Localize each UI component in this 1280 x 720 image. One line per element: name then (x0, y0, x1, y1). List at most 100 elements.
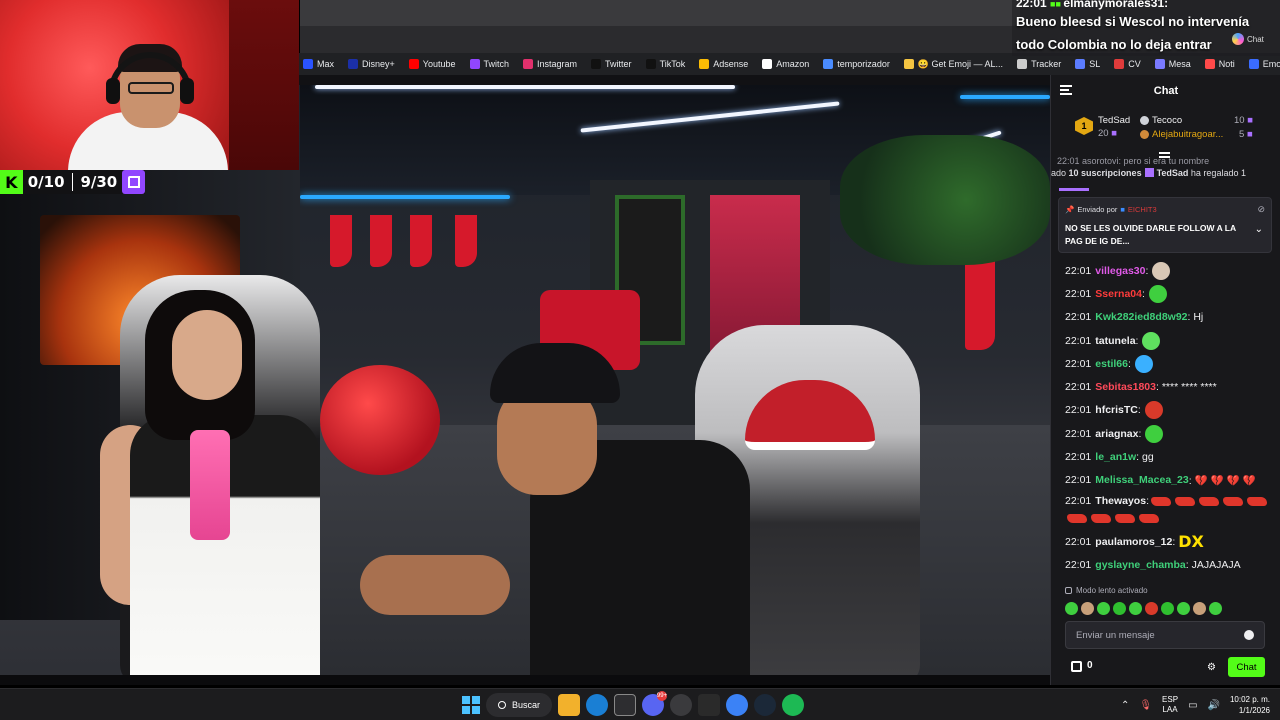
channel-points-icon[interactable] (1071, 661, 1082, 672)
bookmark-item[interactable]: Disney+ (341, 53, 402, 75)
taskbar-search[interactable]: Buscar (486, 693, 552, 717)
hide-pinned-icon[interactable]: ⊘ (1257, 204, 1265, 215)
bookmark-label: Twitter (605, 59, 632, 69)
message-text: : (1138, 427, 1142, 440)
chevron-down-icon[interactable]: ⌄ (1255, 224, 1263, 235)
volume-icon[interactable]: 🔊 (1208, 700, 1220, 711)
stocking (330, 215, 352, 267)
chat-title: Chat (1153, 85, 1179, 97)
neon-light (300, 195, 510, 199)
emote-button[interactable] (1161, 601, 1174, 615)
message-username[interactable]: Sebitas1803 (1095, 381, 1156, 393)
emote-button[interactable] (1113, 601, 1126, 615)
bookmark-item[interactable]: Twitch (463, 53, 517, 75)
bookmark-item[interactable]: Instagram (516, 53, 584, 75)
gear-icon[interactable]: ⚙ (1207, 662, 1216, 673)
pinned-message[interactable]: 📌 Enviado por ■ EICHIT3 NO SE LES OLVIDE… (1058, 197, 1272, 253)
bookmark-item[interactable]: Amazon (755, 53, 816, 75)
bookmark-item[interactable]: Tracker (1010, 53, 1068, 75)
emote-button[interactable] (1081, 601, 1094, 615)
discord-icon[interactable]: 99+ (642, 691, 667, 716)
bookmark-item[interactable]: Noti (1198, 53, 1242, 75)
bookmark-item[interactable]: SL (1068, 53, 1107, 75)
taskbar-apps: Buscar 99+ (462, 691, 804, 717)
chat-message: 22:01 estil66: (1065, 352, 1275, 375)
bookmark-label: 😀 Get Emoji — AL... (917, 58, 1004, 69)
leaderboard-value: 20 ■ (1098, 128, 1117, 139)
chat-message: 22:01 Sserna04: (1065, 282, 1275, 305)
bookmark-item[interactable]: 😀 Get Emoji — AL... (897, 53, 1010, 75)
message-username[interactable]: tatunela (1095, 335, 1135, 347)
chili-emote-icon (1139, 514, 1159, 524)
message-text: : (1145, 264, 1149, 277)
capcut-icon[interactable] (614, 694, 636, 716)
bookmark-item[interactable]: Max (296, 53, 341, 75)
language-indicator[interactable]: ESP LAA (1162, 695, 1178, 715)
neon-light (960, 95, 1050, 99)
file-explorer-icon[interactable] (558, 694, 580, 716)
bookmark-icon (1114, 59, 1125, 69)
bookmark-item[interactable]: Emogis (1242, 53, 1280, 75)
message-username[interactable]: Melissa_Macea_23 (1095, 474, 1188, 486)
message-username[interactable]: paulamoros_12 (1095, 536, 1172, 548)
epic-games-icon[interactable] (698, 694, 720, 716)
message-username[interactable]: gyslayne_chamba (1095, 559, 1185, 571)
message-username[interactable]: ariagnax (1095, 428, 1138, 440)
address-bar[interactable] (300, 0, 1020, 26)
message-username[interactable]: Thewayos (1095, 495, 1146, 507)
microphone-icon[interactable]: 🎙 (1139, 700, 1152, 711)
emote-button[interactable] (1145, 601, 1158, 615)
bookmark-icon (1075, 59, 1086, 69)
windows-start-icon[interactable] (462, 696, 480, 714)
emoji-picker-icon[interactable] (1244, 630, 1254, 640)
emote-button[interactable] (1065, 601, 1078, 615)
bookmark-item[interactable]: Adsense (692, 53, 755, 75)
bookmark-item[interactable]: Twitter (584, 53, 639, 75)
taskbar-clock[interactable]: 10:02 p. m. 1/1/2026 (1230, 694, 1270, 716)
spotify-icon[interactable] (782, 694, 804, 716)
emote-button[interactable] (1177, 601, 1190, 615)
ticker-chat-button[interactable]: Chat (1232, 33, 1264, 45)
chat-message: 22:01 gyslayne_chamba: JAJAJAJA (1065, 553, 1275, 576)
emote-button[interactable] (1129, 601, 1142, 615)
message-username[interactable]: hfcrisTC (1095, 404, 1138, 416)
bookmark-item[interactable]: TikTok (639, 53, 693, 75)
message-username[interactable]: Kwk282ied8d8w92 (1095, 311, 1187, 323)
bookmark-item[interactable]: temporizador (816, 53, 897, 75)
message-time: 22:01 (1065, 494, 1092, 507)
message-username[interactable]: le_an1w (1095, 451, 1136, 463)
chat-message: 22:01 villegas30: (1065, 259, 1275, 282)
chevron-up-icon[interactable]: ⌃ (1121, 700, 1129, 711)
facecam-wall (229, 0, 299, 170)
edge-browser-icon[interactable] (586, 694, 608, 716)
chat-message: 22:01 Sebitas1803: **** **** **** (1065, 375, 1275, 398)
stocking (370, 215, 392, 267)
chat-message-input[interactable]: Enviar un mensaje (1065, 621, 1265, 649)
sub-event-row: 22:01 asorotovi: pero si era tu nombre (1057, 156, 1210, 166)
quick-emote-bar (1065, 599, 1275, 617)
stream-video[interactable] (0, 85, 1050, 685)
windows-taskbar: Buscar 99+ ⌃ 🎙 ESP LAA ▭ 🔊 10:02 p. m. 1/1… (0, 688, 1280, 720)
chili-emote-icon (1222, 496, 1243, 506)
stocking (965, 260, 995, 350)
message-username[interactable]: Sserna04 (1095, 288, 1142, 300)
gift-icon (1144, 168, 1154, 177)
github-icon[interactable] (670, 694, 692, 716)
message-username[interactable]: villegas30 (1095, 265, 1145, 277)
bookmark-item[interactable]: Mesa (1148, 53, 1198, 75)
bookmark-item[interactable]: CV (1107, 53, 1148, 75)
message-username[interactable]: estil66 (1095, 358, 1128, 370)
emote-button[interactable] (1097, 601, 1110, 615)
leaderboard-value: 5 ■ (1239, 129, 1253, 140)
emote-button[interactable] (1209, 601, 1222, 615)
streamer-facecam (0, 0, 299, 170)
bookmark-item[interactable]: Youtube (402, 53, 463, 75)
app-icon[interactable] (726, 694, 748, 716)
emote-button[interactable] (1193, 601, 1206, 615)
leaderboard-user: Alejabuitragoar... (1152, 129, 1224, 140)
emote-icon (1152, 261, 1171, 280)
steam-icon[interactable] (754, 694, 776, 716)
video-drink-bottle (190, 430, 230, 540)
network-icon[interactable]: ▭ (1188, 700, 1197, 711)
send-chat-button[interactable]: Chat (1228, 657, 1265, 677)
